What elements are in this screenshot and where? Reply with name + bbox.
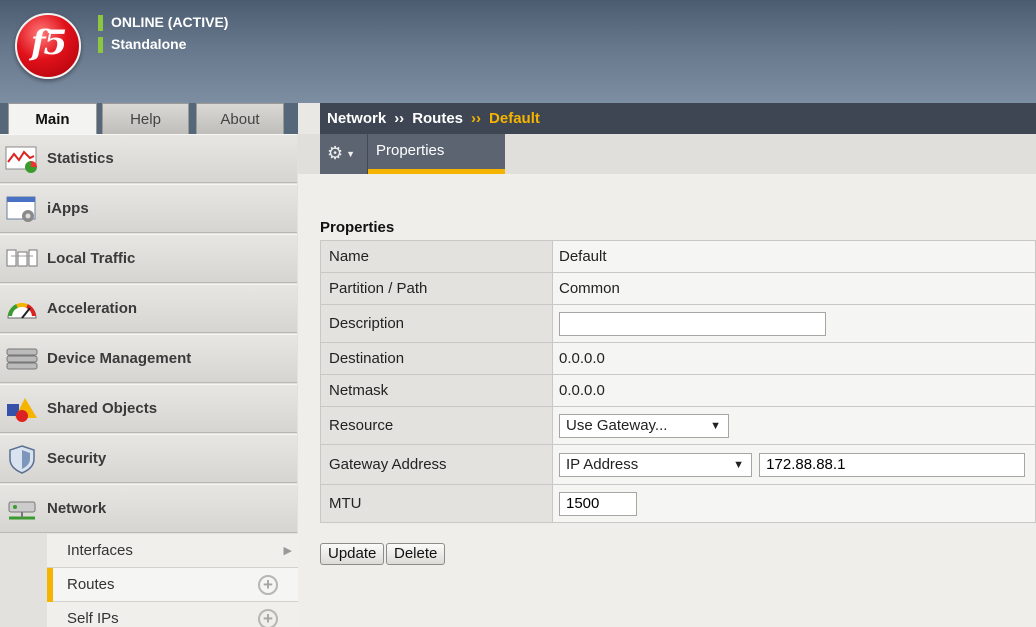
sidebar-item-statistics[interactable]: Statistics [0, 134, 297, 183]
logo-text: f5 [30, 23, 67, 63]
sidebar-item-acceleration[interactable]: Acceleration [0, 284, 297, 333]
iapps-icon [6, 196, 36, 222]
status-standalone: Standalone [98, 36, 187, 54]
destination-label: Destination [320, 342, 553, 375]
sidebar-item-shared-objects[interactable]: Shared Objects [0, 384, 297, 433]
mtu-cell [552, 484, 1036, 523]
partition-label: Partition / Path [320, 272, 553, 305]
table-row: Gateway Address IP Address ▼ [320, 444, 1036, 485]
gear-menu-button[interactable]: ⚙ ▼ [320, 134, 368, 174]
sidebar-item-label: iApps [47, 200, 89, 217]
sidebar-subitem-routes[interactable]: Routes + [47, 568, 298, 602]
name-label: Name [320, 240, 553, 273]
sidebar: Statistics iApps Local Traffic Accelerat… [0, 134, 298, 627]
resource-select-value: Use Gateway... [566, 416, 668, 434]
sidebar-subitem-self-ips[interactable]: Self IPs + [47, 602, 298, 627]
status-indicator-icon [98, 37, 103, 54]
gear-icon: ⚙ [327, 143, 344, 163]
status-text: ONLINE (ACTIVE) [111, 14, 229, 30]
tab-help[interactable]: Help [102, 103, 189, 134]
sidebar-item-security[interactable]: Security [0, 434, 297, 483]
resource-label: Resource [320, 406, 553, 445]
gateway-label: Gateway Address [320, 444, 553, 485]
netmask-value: 0.0.0.0 [552, 374, 1036, 407]
sidebar-item-device-management[interactable]: Device Management [0, 334, 297, 383]
sidebar-item-label: Security [47, 450, 107, 467]
table-row: Destination 0.0.0.0 [320, 342, 1036, 375]
section-title: Properties [320, 219, 395, 236]
table-row: Resource Use Gateway... ▼ [320, 406, 1036, 445]
acceleration-icon [7, 302, 37, 319]
sidebar-item-label: Statistics [47, 150, 114, 167]
subitem-label: Self IPs [67, 610, 119, 627]
resource-select[interactable]: Use Gateway... ▼ [559, 413, 729, 438]
table-row: Description [320, 304, 1036, 343]
update-button[interactable]: Update [320, 543, 385, 565]
chevron-down-icon: ▼ [346, 149, 356, 160]
table-row: Name Default [320, 240, 1036, 273]
partition-value: Common [552, 272, 1036, 305]
gateway-type-select[interactable]: IP Address ▼ [559, 452, 752, 477]
breadcrumb-network[interactable]: Network [327, 110, 386, 127]
gateway-cell: IP Address ▼ [552, 444, 1036, 485]
top-banner: f5 ONLINE (ACTIVE) Standalone [0, 0, 1036, 103]
name-value: Default [552, 240, 1036, 273]
mtu-label: MTU [320, 484, 553, 523]
gateway-type-value: IP Address [566, 455, 639, 473]
shield-icon [9, 445, 35, 474]
statistics-icon [5, 146, 37, 173]
status-online: ONLINE (ACTIVE) [98, 14, 229, 32]
breadcrumb-separator: ›› [394, 110, 405, 127]
subitem-label: Interfaces [67, 542, 133, 559]
destination-value: 0.0.0.0 [552, 342, 1036, 375]
properties-table: Name Default Partition / Path Common Des… [320, 240, 1036, 523]
description-input[interactable] [559, 311, 826, 336]
main-tabs: Main Help About [0, 103, 298, 135]
tab-about[interactable]: About [196, 103, 284, 134]
subitem-label: Routes [67, 576, 115, 593]
sidebar-item-label: Network [47, 500, 107, 517]
resource-cell: Use Gateway... ▼ [552, 406, 1036, 445]
netmask-label: Netmask [320, 374, 553, 407]
sidebar-item-network[interactable]: Network [0, 484, 297, 533]
mtu-input[interactable] [559, 491, 637, 516]
sidebar-item-label: Acceleration [47, 300, 138, 317]
chevron-down-icon: ▼ [733, 458, 744, 471]
add-self-ip-icon[interactable]: + [258, 609, 278, 627]
breadcrumb-separator: ›› [471, 110, 482, 127]
sidebar-item-iapps[interactable]: iApps [0, 184, 297, 233]
table-row: Partition / Path Common [320, 272, 1036, 305]
network-icon [8, 501, 36, 520]
add-route-icon[interactable]: + [258, 575, 278, 595]
sidebar-item-label: Device Management [47, 350, 192, 367]
sidebar-item-label: Local Traffic [47, 250, 136, 267]
content-toolbar: ⚙ ▼ Properties [298, 134, 1036, 174]
chevron-down-icon: ▼ [710, 419, 721, 432]
sidebar-item-local-traffic[interactable]: Local Traffic [0, 234, 297, 283]
delete-button[interactable]: Delete [386, 543, 446, 565]
description-label: Description [320, 304, 553, 343]
breadcrumb-current: Default [489, 110, 540, 127]
tab-properties[interactable]: Properties [368, 134, 505, 174]
device-management-icon [6, 348, 38, 370]
table-row: MTU [320, 484, 1036, 523]
description-cell [552, 304, 1036, 343]
status-text-2: Standalone [111, 36, 187, 52]
local-traffic-icon [6, 249, 38, 267]
breadcrumb: Network ›› Routes ›› Default [320, 103, 1036, 134]
sidebar-subitem-interfaces[interactable]: Interfaces ▶ [47, 534, 298, 568]
f5-logo[interactable]: f5 [15, 13, 81, 79]
chevron-right-icon: ▶ [283, 545, 292, 557]
main-content: Properties Name Default Partition / Path… [298, 174, 1036, 627]
tab-main[interactable]: Main [8, 103, 97, 135]
table-row: Netmask 0.0.0.0 [320, 374, 1036, 407]
shared-objects-icon [7, 398, 37, 422]
gateway-address-input[interactable] [759, 452, 1026, 477]
breadcrumb-routes[interactable]: Routes [412, 110, 463, 127]
sidebar-item-label: Shared Objects [47, 400, 158, 417]
status-indicator-icon [98, 15, 103, 32]
